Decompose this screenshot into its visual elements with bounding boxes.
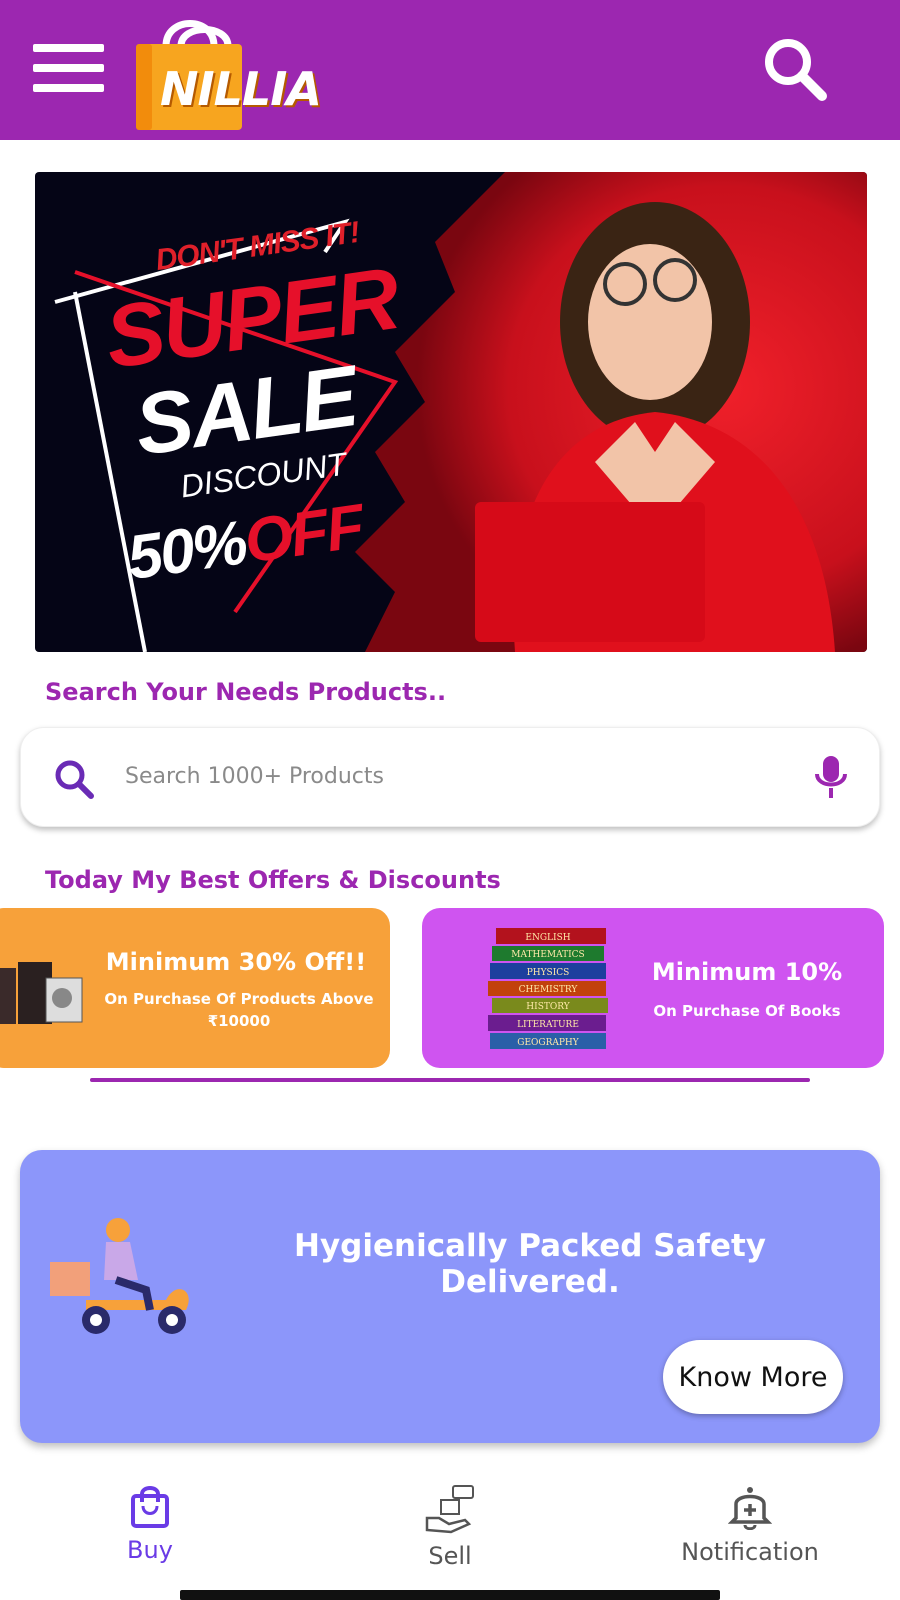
offer-title: Minimum 30% Off!! <box>105 948 367 976</box>
logo-text: NILLIA <box>160 62 322 116</box>
shopping-bag-icon <box>131 1486 169 1528</box>
nav-label-sell: Sell <box>428 1542 472 1570</box>
search-icon[interactable] <box>53 758 95 800</box>
product-search-bar[interactable] <box>20 727 880 827</box>
offer-card-books[interactable]: ENGLISH MATHEMATICS PHYSICS CHEMISTRY HISTOR… <box>422 908 884 1068</box>
product-search-input[interactable] <box>125 750 765 802</box>
book-spine-label: HISTORY <box>526 1002 570 1012</box>
offers-section-title: Today My Best Offers & Discounts <box>45 866 501 894</box>
app-header: NILLIA <box>0 0 900 140</box>
offer-subtitle: On Purchase Of Books <box>653 1002 841 1020</box>
carousel-indicator <box>90 1078 810 1082</box>
know-more-button[interactable]: Know More <box>663 1340 843 1414</box>
search-icon[interactable] <box>762 36 828 102</box>
home-indicator-bar[interactable] <box>180 1590 720 1600</box>
offer-subtitle: On Purchase Of Products Above ₹10000 <box>104 990 374 1030</box>
nav-item-notification[interactable]: Notification <box>650 1484 850 1584</box>
super-sale-banner[interactable]: DON'T MISS IT! SUPER SALE DISCOUNT 50%OF… <box>35 172 867 652</box>
offer-card-products[interactable]: Minimum 30% Off!! On Purchase Of Product… <box>0 908 390 1068</box>
appliances-image <box>0 962 83 1024</box>
book-spine-label: CHEMISTRY <box>519 985 579 995</box>
microphone-icon[interactable] <box>813 754 849 800</box>
offer-title: Minimum 10% <box>651 958 843 986</box>
hamburger-menu-icon[interactable] <box>33 44 104 94</box>
books-stack-image: ENGLISH MATHEMATICS PHYSICS CHEMISTRY HISTOR… <box>488 928 608 1049</box>
sell-hand-icon <box>425 1485 474 1534</box>
book-spine-label: PHYSICS <box>527 968 570 978</box>
book-spine-label: LITERATURE <box>517 1020 579 1030</box>
bottom-navigation: Buy Sell Notification <box>0 1462 900 1600</box>
book-spine-label: GEOGRAPHY <box>517 1038 580 1048</box>
book-spine-label: MATHEMATICS <box>511 950 584 960</box>
delivery-title: Hygienically Packed Safety Delivered. <box>294 1228 766 1300</box>
nav-label-notification: Notification <box>681 1538 819 1566</box>
delivery-rider-image <box>50 1218 189 1334</box>
nav-item-buy[interactable]: Buy <box>50 1484 250 1584</box>
delivery-card: Hygienically Packed Safety Delivered. Kn… <box>20 1150 880 1443</box>
bell-icon <box>728 1487 772 1530</box>
nav-label-buy: Buy <box>127 1536 173 1564</box>
book-spine-label: ENGLISH <box>525 933 570 943</box>
nav-item-sell[interactable]: Sell <box>350 1484 550 1584</box>
search-section-title: Search Your Needs Products.. <box>45 678 447 706</box>
